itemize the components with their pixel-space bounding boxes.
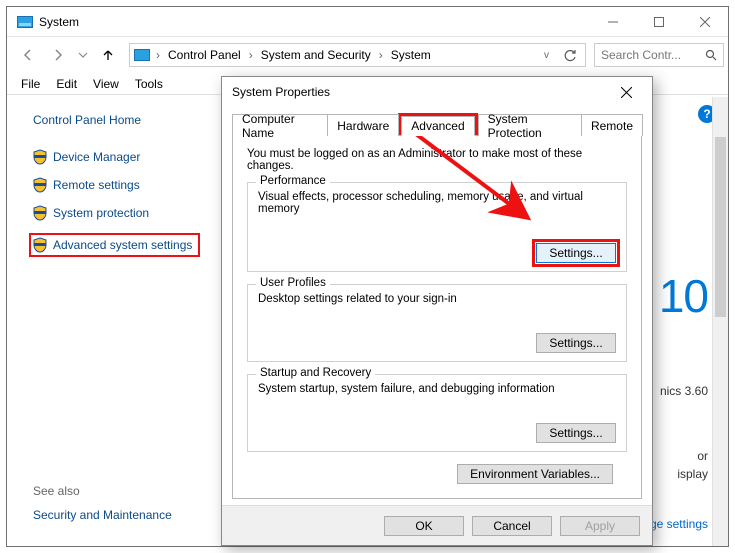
scrollbar-thumb[interactable] (715, 137, 726, 317)
ok-button[interactable]: OK (384, 516, 464, 536)
spec-fragment: isplay (677, 467, 708, 481)
tab-remote[interactable]: Remote (581, 114, 643, 136)
back-button[interactable] (15, 42, 41, 68)
advanced-system-settings-link[interactable]: Advanced system settings (53, 238, 192, 252)
performance-group: Performance Visual effects, processor sc… (247, 182, 627, 272)
spec-fragment: or (697, 449, 708, 463)
maximize-button[interactable] (636, 7, 682, 37)
breadcrumb-item[interactable]: System and Security (259, 48, 373, 62)
shield-icon (33, 177, 47, 193)
group-title: User Profiles (256, 277, 330, 289)
annotation-highlight-box: Advanced system settings (29, 233, 200, 257)
address-bar[interactable]: › Control Panel › System and Security › … (129, 43, 586, 67)
search-icon (705, 49, 717, 61)
sidebar-item: System protection (33, 205, 211, 221)
chevron-down-icon[interactable]: v (542, 50, 551, 61)
tab-control: Computer Name Hardware Advanced System P… (232, 113, 642, 499)
chevron-right-icon[interactable]: › (247, 48, 255, 62)
group-title: Performance (256, 175, 330, 187)
tab-advanced[interactable]: Advanced (401, 116, 474, 136)
window-icon (17, 16, 33, 28)
admin-note: You must be logged on as an Administrato… (247, 148, 627, 172)
shield-icon (33, 149, 47, 165)
user-profiles-group: User Profiles Desktop settings related t… (247, 284, 627, 362)
up-button[interactable] (95, 42, 121, 68)
dialog-footer: OK Cancel Apply (222, 505, 652, 545)
device-manager-link[interactable]: Device Manager (53, 150, 140, 164)
chevron-right-icon[interactable]: › (154, 48, 162, 62)
address-icon (134, 49, 150, 61)
performance-settings-button[interactable]: Settings... (536, 243, 616, 263)
dialog-close-button[interactable] (606, 78, 646, 106)
vertical-scrollbar[interactable] (712, 97, 728, 546)
chevron-right-icon[interactable]: › (377, 48, 385, 62)
group-description: Visual effects, processor scheduling, me… (258, 191, 616, 215)
tab-strip: Computer Name Hardware Advanced System P… (232, 113, 642, 135)
minimize-button[interactable] (590, 7, 636, 37)
cancel-button[interactable]: Cancel (472, 516, 552, 536)
history-dropdown[interactable] (75, 42, 91, 68)
system-properties-dialog: System Properties Computer Name Hardware… (221, 76, 653, 546)
menu-view[interactable]: View (85, 75, 127, 93)
startup-recovery-group: Startup and Recovery System startup, sys… (247, 374, 627, 452)
sidebar-item: Remote settings (33, 177, 211, 193)
search-placeholder: Search Contr... (601, 48, 681, 62)
dialog-title: System Properties (232, 85, 330, 99)
forward-button[interactable] (45, 42, 71, 68)
tab-hardware[interactable]: Hardware (327, 114, 399, 136)
system-protection-link[interactable]: System protection (53, 206, 149, 220)
control-panel-home-link[interactable]: Control Panel Home (33, 113, 211, 127)
remote-settings-link[interactable]: Remote settings (53, 178, 140, 192)
title-bar: System (7, 7, 728, 37)
annotation-highlight-box: Advanced (398, 113, 477, 135)
menu-edit[interactable]: Edit (48, 75, 85, 93)
tab-system-protection[interactable]: System Protection (478, 114, 582, 136)
group-description: System startup, system failure, and debu… (258, 383, 616, 395)
sidebar-item-highlighted: Advanced system settings (29, 233, 211, 257)
breadcrumb-item[interactable]: System (389, 48, 433, 62)
see-also-label: See also (33, 484, 80, 498)
left-navigation-pane: Control Panel Home Device Manager Remote… (7, 99, 223, 546)
group-title: Startup and Recovery (256, 367, 375, 379)
navigation-bar: › Control Panel › System and Security › … (7, 37, 728, 73)
window-title: System (39, 15, 79, 29)
menu-tools[interactable]: Tools (127, 75, 171, 93)
security-and-maintenance-link[interactable]: Security and Maintenance (33, 508, 172, 522)
tab-panel-advanced: You must be logged on as an Administrato… (232, 135, 642, 499)
tab-computer-name[interactable]: Computer Name (232, 114, 328, 136)
apply-button[interactable]: Apply (560, 516, 640, 536)
shield-icon (33, 237, 47, 253)
close-button[interactable] (682, 7, 728, 37)
environment-variables-button[interactable]: Environment Variables... (457, 464, 613, 484)
group-description: Desktop settings related to your sign-in (258, 293, 616, 305)
user-profiles-settings-button[interactable]: Settings... (536, 333, 616, 353)
dialog-title-bar[interactable]: System Properties (222, 77, 652, 107)
sidebar-item: Device Manager (33, 149, 211, 165)
breadcrumb-item[interactable]: Control Panel (166, 48, 243, 62)
menu-file[interactable]: File (13, 75, 48, 93)
search-box[interactable]: Search Contr... (594, 43, 724, 67)
refresh-button[interactable] (559, 44, 581, 66)
shield-icon (33, 205, 47, 221)
spec-fragment: nics 3.60 (660, 384, 708, 398)
startup-recovery-settings-button[interactable]: Settings... (536, 423, 616, 443)
